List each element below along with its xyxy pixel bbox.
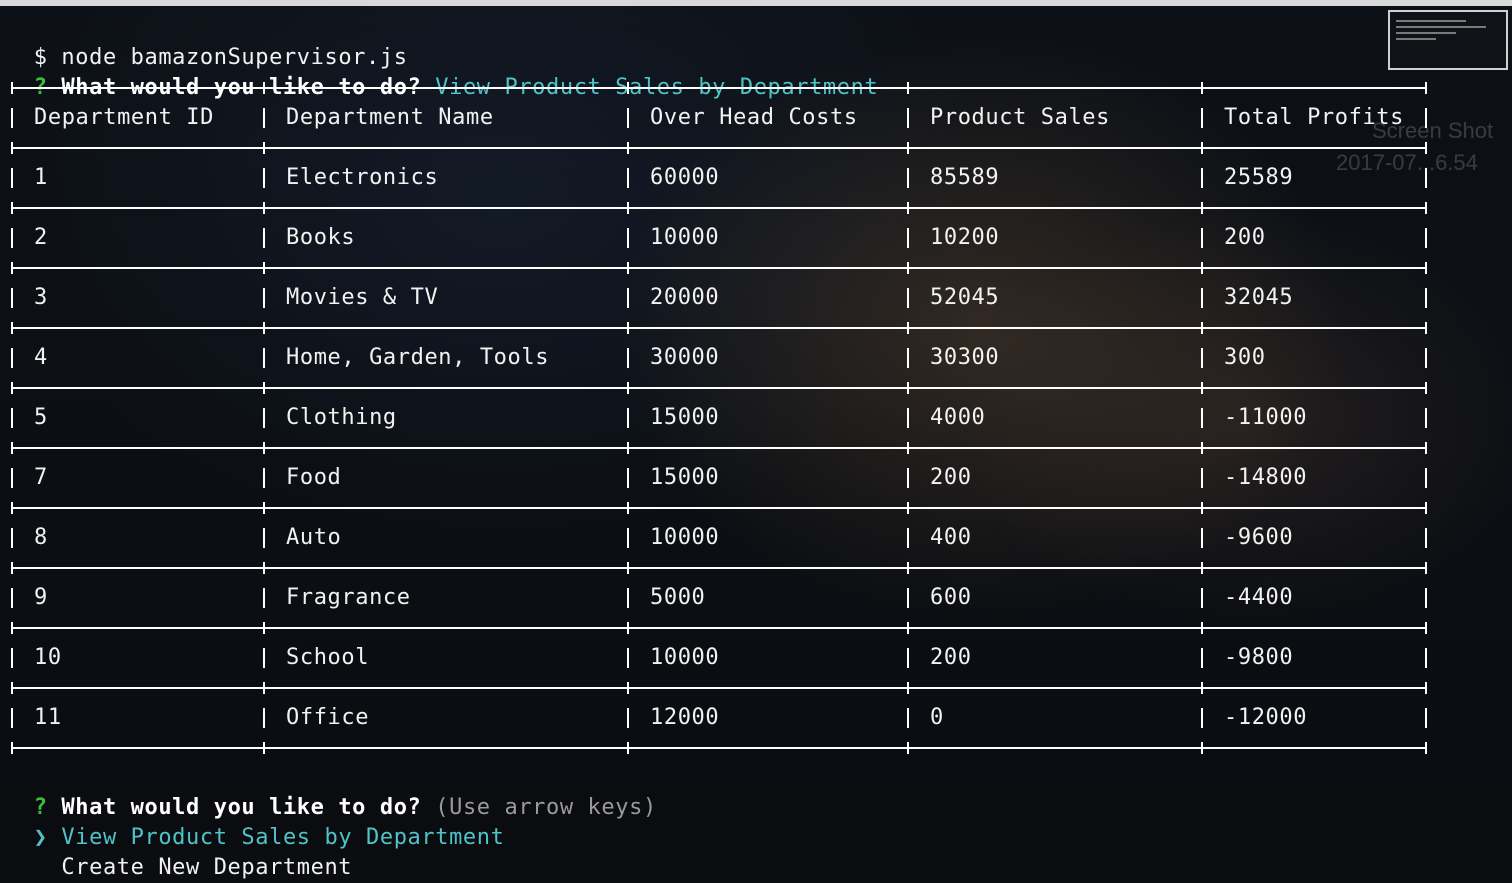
table-cell: Food: [286, 465, 342, 490]
table-header-cell: Total Profits: [1224, 105, 1404, 130]
command-line: $ node bamazonSupervisor.js: [6, 13, 408, 70]
table-cell: 0: [930, 705, 944, 730]
table-cell: 10200: [930, 225, 1000, 250]
prompt-question: What would you like to do?: [61, 75, 422, 100]
table-cell: 8: [34, 525, 48, 550]
table-cell: 10000: [650, 645, 720, 670]
table-cell: 2: [34, 225, 48, 250]
desktop-file-date: 2017-07...6.54: [1336, 150, 1478, 175]
table-cell: -11000: [1224, 405, 1308, 430]
table-header-cell: Department Name: [286, 105, 494, 130]
table-cell: 300: [1224, 345, 1266, 370]
table-cell: 32045: [1224, 285, 1294, 310]
table-cell: 400: [930, 525, 972, 550]
table-header-cell: Department ID: [34, 105, 214, 130]
table-cell: -9600: [1224, 525, 1294, 550]
table-cell: 4000: [930, 405, 986, 430]
table-cell: 10000: [650, 525, 720, 550]
table-cell: -9800: [1224, 645, 1294, 670]
table-cell: 15000: [650, 465, 720, 490]
table-cell: -14800: [1224, 465, 1308, 490]
table-cell: 5000: [650, 585, 706, 610]
table-cell: 11: [34, 705, 62, 730]
table-cell: 200: [930, 645, 972, 670]
menu-item-label: Create New Department: [61, 855, 353, 880]
table-cell: Office: [286, 705, 370, 730]
table-cell: 9: [34, 585, 48, 610]
table-cell: 85589: [930, 165, 1000, 190]
table-cell: 4: [34, 345, 48, 370]
table-cell: 600: [930, 585, 972, 610]
table-cell: 200: [1224, 225, 1266, 250]
table-cell: 1: [34, 165, 48, 190]
table-cell: School: [286, 645, 370, 670]
table-cell: 20000: [650, 285, 720, 310]
table-cell: Books: [286, 225, 356, 250]
table-cell: Electronics: [286, 165, 439, 190]
window-top-edge: [0, 0, 1512, 6]
table-cell: -12000: [1224, 705, 1308, 730]
table-cell: 10000: [650, 225, 720, 250]
table-header-cell: Over Head Costs: [650, 105, 858, 130]
menu-item-create-department[interactable]: Create New Department: [6, 823, 352, 880]
table-cell: Movies & TV: [286, 285, 439, 310]
table-cell: 200: [930, 465, 972, 490]
second-prompt: ? What would you like to do? (Use arrow …: [6, 763, 657, 820]
table-cell: 52045: [930, 285, 1000, 310]
table-cell: -4400: [1224, 585, 1294, 610]
table-cell: 25589: [1224, 165, 1294, 190]
table-cell: 60000: [650, 165, 720, 190]
table-cell: Home, Garden, Tools: [286, 345, 550, 370]
table-cell: Auto: [286, 525, 342, 550]
menu-item-view-sales[interactable]: ❯ View Product Sales by Department: [6, 793, 504, 850]
table-cell: 10: [34, 645, 62, 670]
table-cell: 7: [34, 465, 48, 490]
table-cell: 30300: [930, 345, 1000, 370]
table-cell: Fragrance: [286, 585, 411, 610]
table-cell: 30000: [650, 345, 720, 370]
table-cell: 3: [34, 285, 48, 310]
first-prompt: ? What would you like to do? View Produc…: [6, 43, 878, 100]
table-cell: 15000: [650, 405, 720, 430]
table-header-cell: Product Sales: [930, 105, 1110, 130]
table-cell: 12000: [650, 705, 720, 730]
table-cell: 5: [34, 405, 48, 430]
table-cell: Clothing: [286, 405, 397, 430]
question-mark: ?: [33, 75, 48, 100]
screenshot-thumbnail[interactable]: [1388, 10, 1508, 70]
prompt-answer: View Product Sales by Department: [435, 75, 879, 100]
